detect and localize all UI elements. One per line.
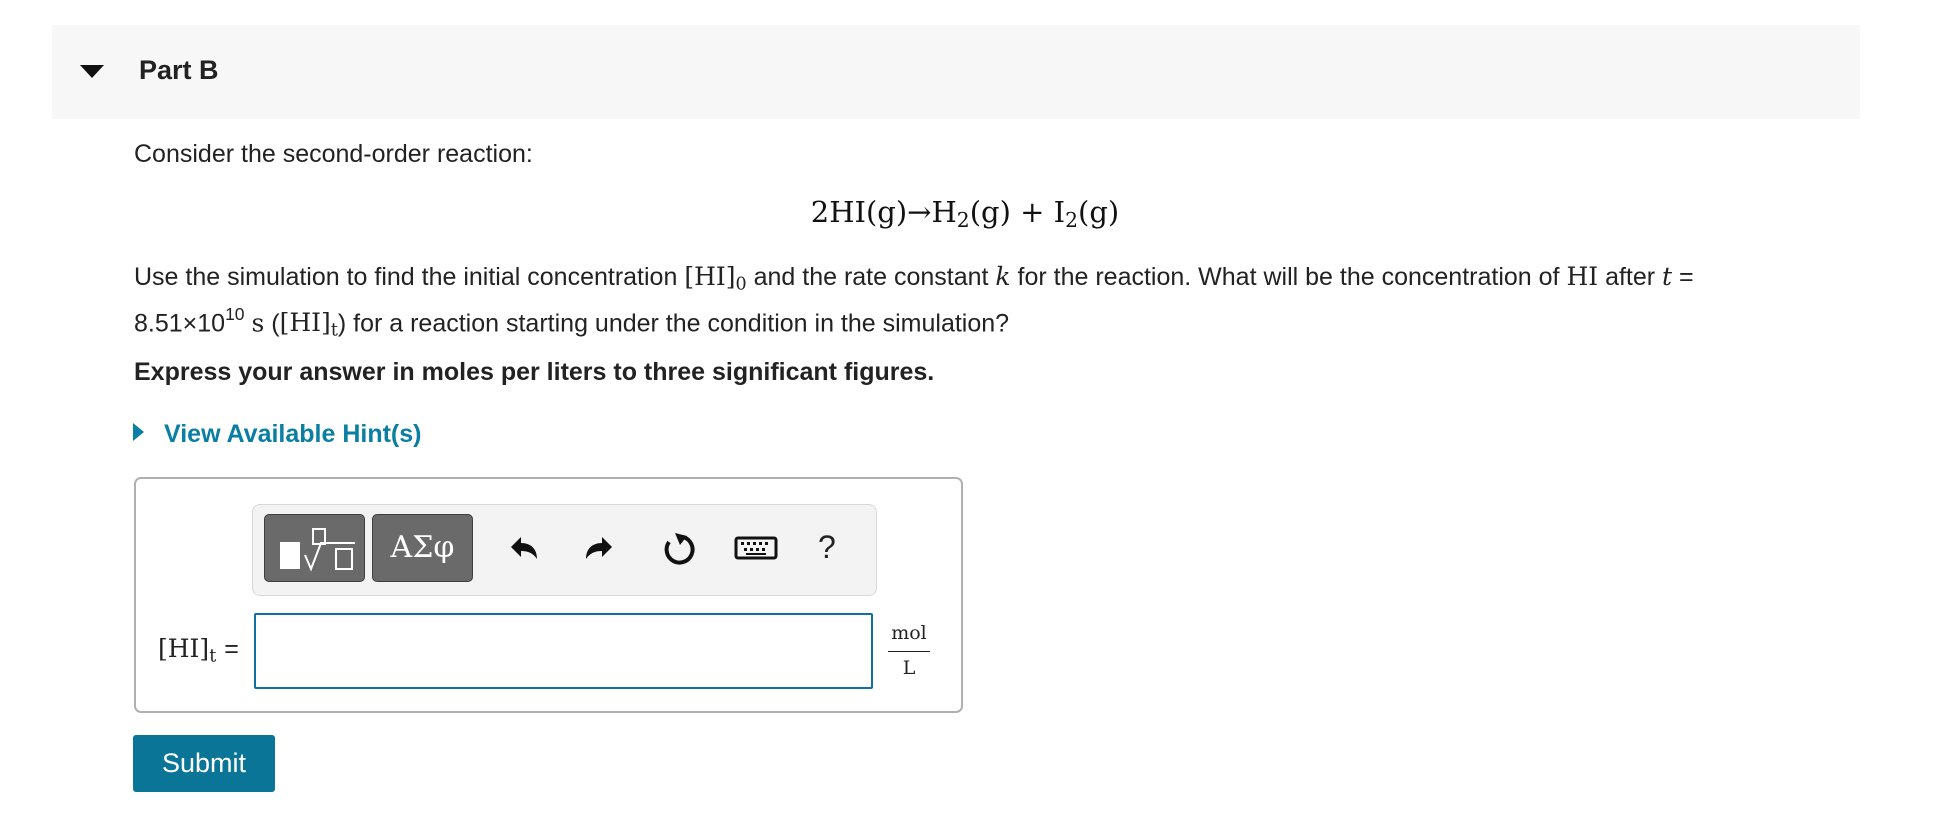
undo-icon[interactable] bbox=[497, 521, 547, 575]
templates-button[interactable] bbox=[264, 514, 365, 582]
answer-input[interactable] bbox=[254, 613, 873, 689]
redo-icon[interactable] bbox=[576, 521, 626, 575]
math-toolbar: ΑΣφ ? bbox=[252, 504, 877, 596]
units-denominator: L bbox=[902, 657, 916, 679]
symbols-button[interactable]: ΑΣφ bbox=[372, 514, 473, 582]
expand-triangle-icon bbox=[133, 423, 144, 442]
question-intro: Consider the second-order reaction: bbox=[134, 140, 533, 168]
keyboard-icon[interactable] bbox=[731, 521, 781, 575]
part-title: Part B bbox=[139, 55, 219, 85]
question-body-line1: Use the simulation to find the initial c… bbox=[134, 262, 1694, 295]
square-root-template-icon bbox=[280, 528, 355, 572]
answer-instruction: Express your answer in moles per liters … bbox=[134, 358, 935, 386]
question-body-line2: 8.51×1010 s ([HI]t) for a reaction start… bbox=[134, 304, 1010, 341]
part-header[interactable]: Part B bbox=[52, 25, 1860, 119]
view-hints-link[interactable]: View Available Hint(s) bbox=[133, 420, 421, 449]
answer-box: ΑΣφ ? [HI]t = mol L bbox=[134, 477, 963, 713]
initial-concentration-symbol: [HI]0 bbox=[684, 262, 747, 295]
reaction-equation: 2HI(g)→H2(g) + I2(g) bbox=[810, 195, 1120, 233]
collapse-caret-icon[interactable] bbox=[80, 65, 104, 78]
answer-variable-label: [HI]t = bbox=[158, 634, 239, 667]
submit-button[interactable]: Submit bbox=[133, 735, 275, 792]
help-button[interactable]: ? bbox=[818, 529, 836, 566]
reset-icon[interactable] bbox=[653, 521, 703, 575]
units-fraction: mol L bbox=[888, 622, 930, 679]
units-numerator: mol bbox=[888, 622, 930, 652]
